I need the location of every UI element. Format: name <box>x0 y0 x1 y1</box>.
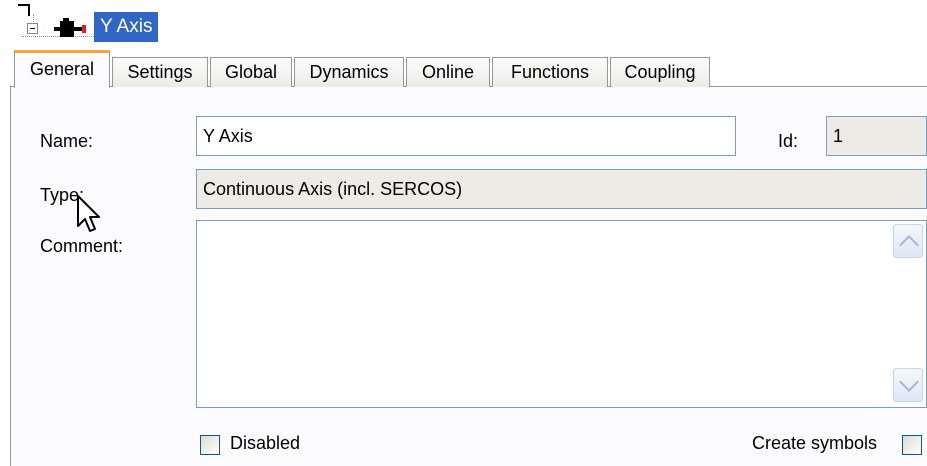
tree-node: Y Axis <box>0 0 927 48</box>
comment-textarea[interactable] <box>196 220 927 408</box>
tree-line <box>18 4 30 16</box>
create-symbols-label: Create symbols <box>752 433 878 453</box>
type-field[interactable]: Continuous Axis (incl. SERCOS) <box>196 169 927 209</box>
tab-general[interactable]: General <box>14 50 110 88</box>
mouse-cursor-icon <box>77 195 100 232</box>
axis-drive-icon <box>54 18 86 37</box>
id-label: Id: <box>778 131 799 151</box>
scroll-down-arrow-icon[interactable] <box>893 368 923 402</box>
tab-coupling[interactable]: Coupling <box>610 57 710 87</box>
disabled-checkbox[interactable] <box>200 435 220 455</box>
tab-dynamics[interactable]: Dynamics <box>294 57 404 87</box>
tab-global[interactable]: Global <box>210 57 292 87</box>
tab-settings[interactable]: Settings <box>112 57 208 87</box>
name-field[interactable]: Y Axis <box>196 116 736 156</box>
scroll-up-arrow-icon[interactable] <box>893 224 923 258</box>
tab-functions[interactable]: Functions <box>492 57 608 87</box>
name-label: Name: <box>40 131 94 151</box>
minus-expander-icon[interactable] <box>27 23 38 34</box>
comment-label: Comment: <box>40 236 124 256</box>
tab-online[interactable]: Online <box>406 57 490 87</box>
create-symbols-checkbox[interactable] <box>902 435 922 455</box>
disabled-label: Disabled <box>230 433 301 453</box>
id-field[interactable]: 1 <box>826 116 927 156</box>
tree-node-label[interactable]: Y Axis <box>94 12 159 42</box>
